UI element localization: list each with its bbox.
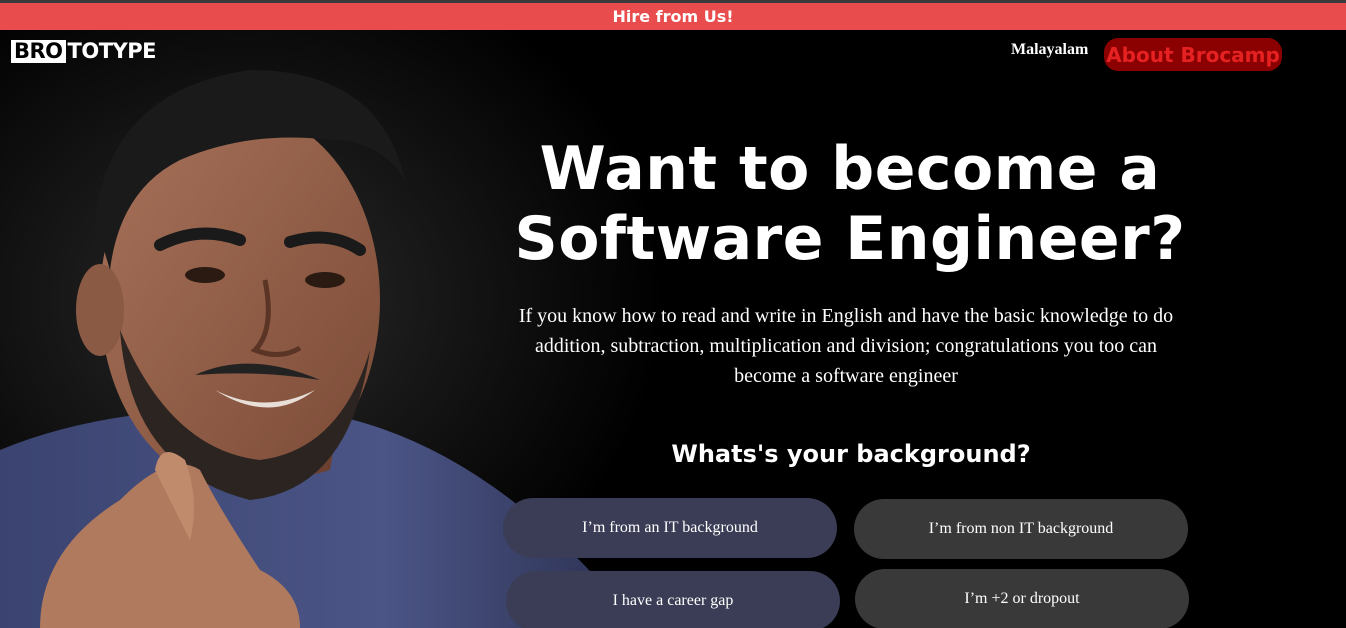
headline-line-2: Software Engineer? [514, 204, 1186, 274]
option-plus-two-dropout[interactable]: I’m +2 or dropout [855, 569, 1189, 628]
option-it-background[interactable]: I’m from an IT background [503, 498, 837, 558]
language-link[interactable]: Malayalam [1011, 41, 1088, 59]
headline-line-1: Want to become a [539, 134, 1161, 204]
about-brocamp-button[interactable]: About Brocamp [1104, 38, 1282, 71]
option-career-gap[interactable]: I have a career gap [506, 571, 840, 628]
hero-description: If you know how to read and write in Eng… [518, 305, 1174, 387]
page-title: Want to become a Software Engineer? [500, 134, 1200, 274]
hero-section: BRO TOTYPE Malayalam About Brocamp Want … [0, 30, 1346, 628]
option-non-it-background[interactable]: I’m from non IT background [854, 499, 1188, 559]
background-question: Whats's your background? [671, 440, 1031, 468]
logo-boxed-text: BRO [11, 40, 66, 63]
hire-from-us-banner[interactable]: Hire from Us! [0, 3, 1346, 30]
logo-text: TOTYPE [67, 39, 157, 63]
brototype-logo[interactable]: BRO TOTYPE [11, 40, 156, 63]
